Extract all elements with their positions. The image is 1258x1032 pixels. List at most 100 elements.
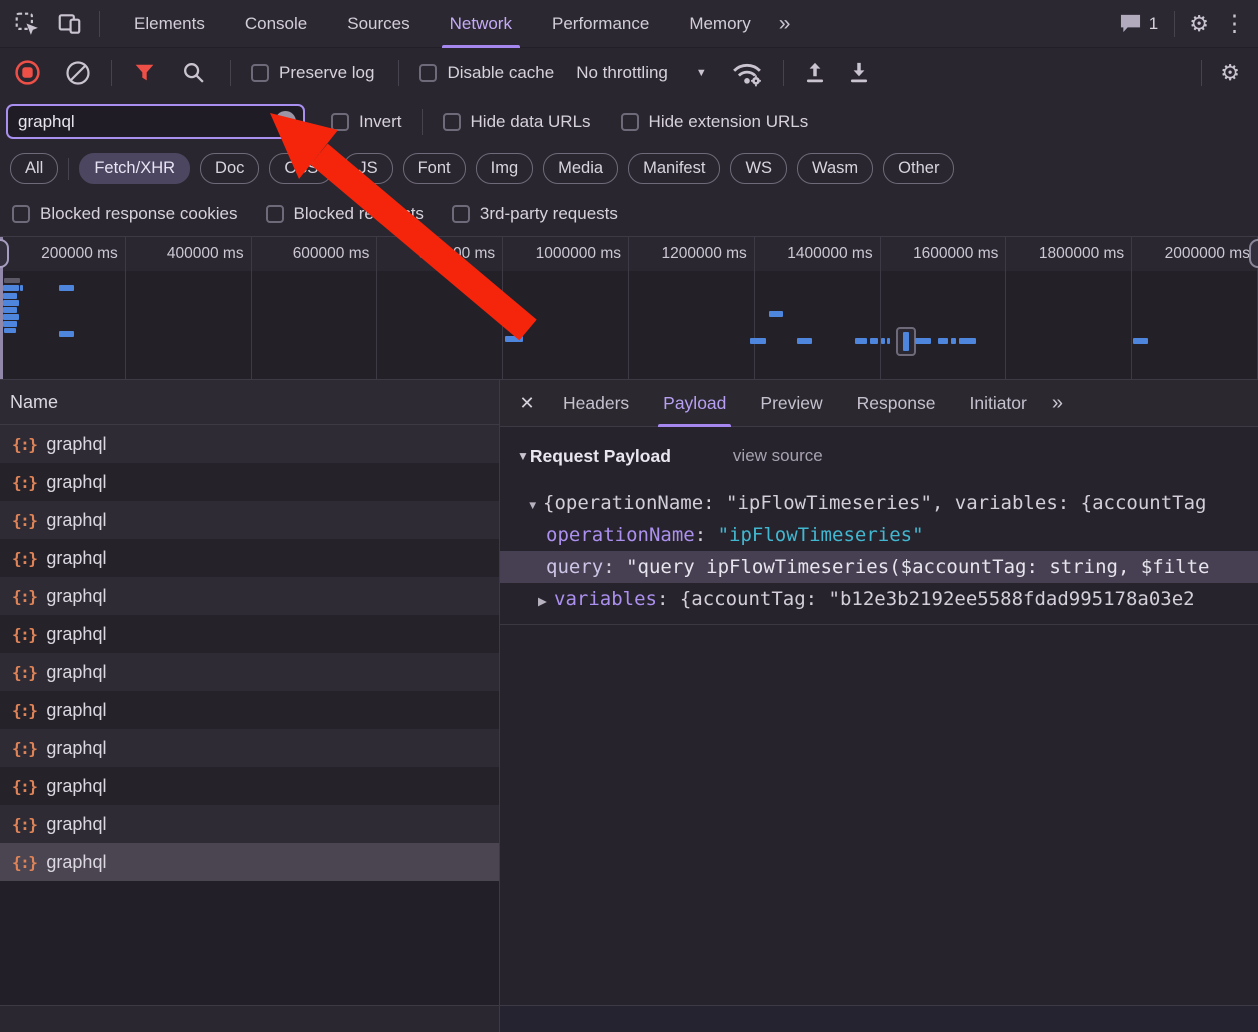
network-request-row[interactable]: {:} graphql — [0, 539, 499, 577]
clear-network-log-icon[interactable] — [65, 60, 91, 86]
detail-tab-response[interactable]: Response — [840, 380, 953, 427]
network-request-row[interactable]: {:} graphql — [0, 501, 499, 539]
close-details-icon[interactable]: ✕ — [508, 393, 546, 414]
collapse-triangle-icon[interactable]: ▼ — [527, 490, 543, 519]
kv-separator: : — [656, 588, 680, 610]
preserve-log-toggle[interactable]: Preserve log — [251, 63, 374, 83]
filter-chip-wasm[interactable]: Wasm — [797, 153, 874, 184]
detail-tab-payload[interactable]: Payload — [646, 380, 743, 427]
invert-checkbox[interactable] — [331, 112, 349, 131]
json-icon: {:} — [12, 738, 38, 758]
filter-chip-ws[interactable]: WS — [730, 153, 788, 184]
tab-network[interactable]: Network — [430, 0, 532, 48]
filter-chip-css[interactable]: CSS — [269, 153, 334, 184]
filter-chip-fetch-xhr[interactable]: Fetch/XHR — [79, 153, 191, 184]
detail-tab-initiator[interactable]: Initiator — [952, 380, 1043, 427]
overview-canvas[interactable] — [0, 237, 1258, 379]
issues-counter[interactable]: 1 — [1119, 13, 1158, 34]
hide-data-urls-toggle[interactable]: Hide data URLs — [442, 112, 591, 132]
tab-console[interactable]: Console — [225, 0, 327, 48]
tab-performance[interactable]: Performance — [532, 0, 669, 48]
request-table: Name {:} graphql {:} graphql {:} graphql {:} gr… — [0, 380, 500, 1005]
hide-data-urls-checkbox[interactable] — [442, 112, 461, 131]
import-har-icon[interactable] — [802, 60, 828, 86]
filter-chip-other[interactable]: Other — [883, 153, 955, 184]
network-request-row[interactable]: {:} graphql — [0, 653, 499, 691]
network-request-row[interactable]: {:} graphql — [0, 805, 499, 843]
network-request-row[interactable]: {:} graphql — [0, 729, 499, 767]
detail-tab-strip: Headers Payload Preview Response Initiator — [546, 380, 1044, 427]
blocked-response-cookies-toggle[interactable]: Blocked response cookies — [12, 204, 238, 224]
tab-sources[interactable]: Sources — [327, 0, 429, 48]
request-name: graphql — [46, 509, 107, 530]
search-icon[interactable] — [181, 60, 206, 85]
network-request-row[interactable]: {:} graphql — [0, 577, 499, 615]
inspect-element-icon[interactable] — [14, 11, 40, 37]
invert-toggle[interactable]: Invert — [331, 112, 402, 132]
filter-chip-media[interactable]: Media — [543, 153, 619, 184]
network-request-row[interactable]: {:} graphql — [0, 425, 499, 463]
network-request-row[interactable]: {:} graphql — [0, 463, 499, 501]
preserve-log-checkbox[interactable] — [251, 63, 269, 82]
network-overview-timeline[interactable]: 200000 ms 400000 ms 600000 ms 800000 ms 1000… — [0, 236, 1258, 380]
section-collapse-icon[interactable]: ▼ — [517, 449, 529, 463]
payload-key: query — [546, 556, 604, 578]
issues-bubble-icon — [1120, 14, 1140, 33]
name-column-header[interactable]: Name — [0, 380, 499, 425]
overview-bar — [4, 278, 20, 283]
third-party-requests-toggle[interactable]: 3rd-party requests — [451, 204, 618, 224]
network-request-row[interactable]: {:} graphql — [0, 767, 499, 805]
blocked-response-cookies-checkbox[interactable] — [12, 204, 30, 223]
overview-bar — [505, 336, 523, 342]
overview-left-drag-handle[interactable] — [0, 239, 9, 268]
tab-elements[interactable]: Elements — [114, 0, 225, 48]
overflow-menu-icon[interactable]: ⋮ — [1223, 12, 1246, 35]
devtools-window: Elements Console Sources Network Performance… — [0, 0, 1258, 1032]
filter-chip-doc[interactable]: Doc — [200, 153, 260, 184]
network-request-row[interactable]: {:} graphql — [0, 843, 499, 881]
blocked-requests-toggle[interactable]: Blocked requests — [265, 204, 424, 224]
throttling-select[interactable]: No throttling ▼ — [576, 63, 707, 83]
payload-query-row[interactable]: query: "query ipFlowTimeseries($accountT… — [500, 551, 1258, 583]
network-conditions-icon[interactable] — [729, 59, 765, 87]
detail-tab-headers[interactable]: Headers — [546, 380, 646, 427]
filter-chip-js[interactable]: JS — [343, 153, 393, 184]
payload-root-row[interactable]: ▼ {operationName: "ipFlowTimeseries", var… — [500, 487, 1258, 519]
network-settings-gear-icon[interactable]: ⚙ — [1220, 61, 1240, 84]
hide-extension-urls-checkbox[interactable] — [620, 112, 639, 131]
export-har-icon[interactable] — [846, 60, 872, 86]
device-toolbar-icon[interactable] — [56, 11, 83, 37]
network-request-row[interactable]: {:} graphql — [0, 615, 499, 653]
overview-bar — [20, 285, 23, 291]
overview-bar — [3, 285, 19, 291]
clear-filter-icon[interactable]: ✕ — [275, 111, 296, 132]
blocked-requests-checkbox[interactable] — [265, 204, 284, 223]
overview-bar — [59, 285, 74, 291]
overview-right-drag-handle[interactable] — [1249, 239, 1258, 268]
request-payload-section[interactable]: ▼ Request Payload view source — [500, 437, 1258, 475]
filter-funnel-icon[interactable] — [132, 60, 157, 85]
divider — [782, 59, 784, 86]
third-party-requests-checkbox[interactable] — [451, 204, 470, 223]
expand-triangle-icon[interactable]: ▶ — [538, 586, 554, 615]
filter-chip-manifest[interactable]: Manifest — [628, 153, 721, 184]
record-network-log-icon[interactable] — [14, 59, 41, 86]
payload-operation-name-row[interactable]: operationName: "ipFlowTimeseries" — [500, 519, 1258, 551]
filter-input[interactable] — [18, 111, 275, 132]
overview-bar — [750, 338, 766, 344]
hide-extension-urls-toggle[interactable]: Hide extension URLs — [620, 112, 808, 132]
settings-gear-icon[interactable]: ⚙ — [1189, 12, 1209, 35]
more-detail-tabs-icon[interactable]: » — [1052, 392, 1063, 415]
disable-cache-checkbox[interactable] — [419, 63, 438, 82]
detail-tab-preview[interactable]: Preview — [743, 380, 839, 427]
network-request-row[interactable]: {:} graphql — [0, 691, 499, 729]
dropdown-arrow-icon: ▼ — [695, 66, 707, 79]
disable-cache-toggle[interactable]: Disable cache — [419, 63, 554, 83]
filter-chip-all[interactable]: All — [10, 153, 59, 184]
more-tabs-icon[interactable]: » — [771, 0, 799, 48]
payload-variables-row[interactable]: ▶ variables: {accountTag: "b12e3b2192ee55… — [500, 583, 1258, 615]
filter-chip-font[interactable]: Font — [402, 153, 466, 184]
filter-chip-img[interactable]: Img — [475, 153, 534, 184]
view-source-link[interactable]: view source — [733, 446, 823, 466]
tab-memory[interactable]: Memory — [669, 0, 770, 48]
